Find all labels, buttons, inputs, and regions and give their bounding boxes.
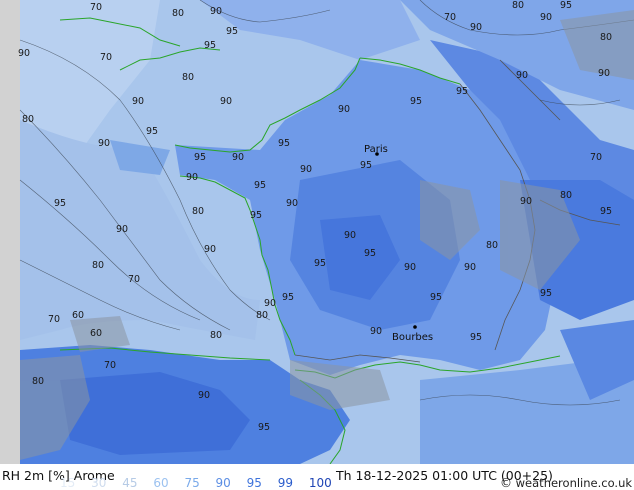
contour-label: 95 bbox=[278, 138, 290, 149]
contour-label: 90 bbox=[132, 96, 144, 107]
contour-label: 90 bbox=[232, 152, 244, 163]
contour-label: 95 bbox=[194, 152, 206, 163]
contour-label: 60 bbox=[72, 310, 84, 321]
contour-label: 90 bbox=[98, 138, 110, 149]
credit[interactable]: © weatheronline.co.uk bbox=[500, 476, 632, 490]
contour-label: 80 bbox=[512, 0, 524, 11]
city-paris: Paris bbox=[364, 144, 388, 156]
contour-label: 80 bbox=[182, 72, 194, 83]
contour-label: 90 bbox=[198, 390, 210, 401]
contour-label: 90 bbox=[18, 48, 30, 59]
contour-label: 90 bbox=[540, 12, 552, 23]
legend-item: 60 bbox=[153, 476, 169, 490]
contour-label: 95 bbox=[54, 198, 66, 209]
contour-label: 80 bbox=[600, 32, 612, 43]
legend-item: 90 bbox=[215, 476, 231, 490]
contour-label: 90 bbox=[370, 326, 382, 337]
map-canvas: 70 80 90 95 90 95 70 80 90 95 90 80 90 9… bbox=[0, 0, 634, 464]
contour-label: 95 bbox=[410, 96, 422, 107]
contour-label: 95 bbox=[282, 292, 294, 303]
contour-label: 80 bbox=[256, 310, 268, 321]
contour-label: 95 bbox=[360, 160, 372, 171]
contour-label: 90 bbox=[598, 68, 610, 79]
contour-label: 95 bbox=[146, 126, 158, 137]
contour-label: 90 bbox=[520, 196, 532, 207]
contour-label: 90 bbox=[210, 6, 222, 17]
contour-label: 60 bbox=[90, 328, 102, 339]
contour-label: 90 bbox=[116, 224, 128, 235]
contour-label: 80 bbox=[486, 240, 498, 251]
legend-item: 75 bbox=[184, 476, 200, 490]
contour-label: 80 bbox=[92, 260, 104, 271]
contour-label: 95 bbox=[540, 288, 552, 299]
legend-item: 30 bbox=[91, 476, 107, 490]
contour-label: 80 bbox=[192, 206, 204, 217]
contour-label: 70 bbox=[444, 12, 456, 23]
contour-label: 95 bbox=[430, 292, 442, 303]
map-footer: RH 2m [%] Arome 15 30 45 60 75 90 95 99 … bbox=[0, 464, 634, 490]
contour-label: 95 bbox=[250, 210, 262, 221]
contour-label: 80 bbox=[32, 376, 44, 387]
contour-label: 95 bbox=[560, 0, 572, 11]
contour-label: 90 bbox=[338, 104, 350, 115]
contour-label: 70 bbox=[48, 314, 60, 325]
contour-label: 90 bbox=[204, 244, 216, 255]
contour-label: 90 bbox=[286, 198, 298, 209]
contour-label: 95 bbox=[314, 258, 326, 269]
humidity-map: 70 80 90 95 90 95 70 80 90 95 90 80 90 9… bbox=[0, 0, 634, 464]
legend-item: 95 bbox=[246, 476, 262, 490]
contour-label: 90 bbox=[186, 172, 198, 183]
city-label: Bourbes bbox=[392, 332, 433, 343]
contour-label: 70 bbox=[100, 52, 112, 63]
contour-label: 95 bbox=[254, 180, 266, 191]
contour-label: 90 bbox=[464, 262, 476, 273]
legend-item: 45 bbox=[122, 476, 138, 490]
contour-label: 95 bbox=[258, 422, 270, 433]
contour-label: 80 bbox=[560, 190, 572, 201]
legend-item: 15 bbox=[60, 476, 76, 490]
contour-label: 90 bbox=[300, 164, 312, 175]
contour-label: 90 bbox=[344, 230, 356, 241]
contour-label: 95 bbox=[204, 40, 216, 51]
credit-link[interactable]: weatheronline.co.uk bbox=[516, 476, 632, 490]
contour-label: 95 bbox=[470, 332, 482, 343]
color-legend: 15 30 45 60 75 90 95 99 100 bbox=[60, 476, 344, 490]
contour-label: 95 bbox=[600, 206, 612, 217]
contour-label: 95 bbox=[364, 248, 376, 259]
contour-label: 90 bbox=[516, 70, 528, 81]
contour-label: 80 bbox=[172, 8, 184, 19]
legend-item: 100 bbox=[308, 476, 332, 490]
contour-label: 95 bbox=[226, 26, 238, 37]
contour-label: 70 bbox=[590, 152, 602, 163]
contour-label: 80 bbox=[210, 330, 222, 341]
contour-label: 70 bbox=[104, 360, 116, 371]
contour-label: 90 bbox=[264, 298, 276, 309]
contour-label: 90 bbox=[470, 22, 482, 33]
contour-label: 70 bbox=[128, 274, 140, 285]
contour-label: 70 bbox=[90, 2, 102, 13]
contour-label: 90 bbox=[220, 96, 232, 107]
contour-label: 80 bbox=[22, 114, 34, 125]
city-label: Paris bbox=[364, 144, 388, 155]
copyright-icon: © bbox=[500, 476, 512, 490]
contour-label: 95 bbox=[456, 86, 468, 97]
legend-item: 99 bbox=[277, 476, 294, 490]
contour-label: 90 bbox=[404, 262, 416, 273]
